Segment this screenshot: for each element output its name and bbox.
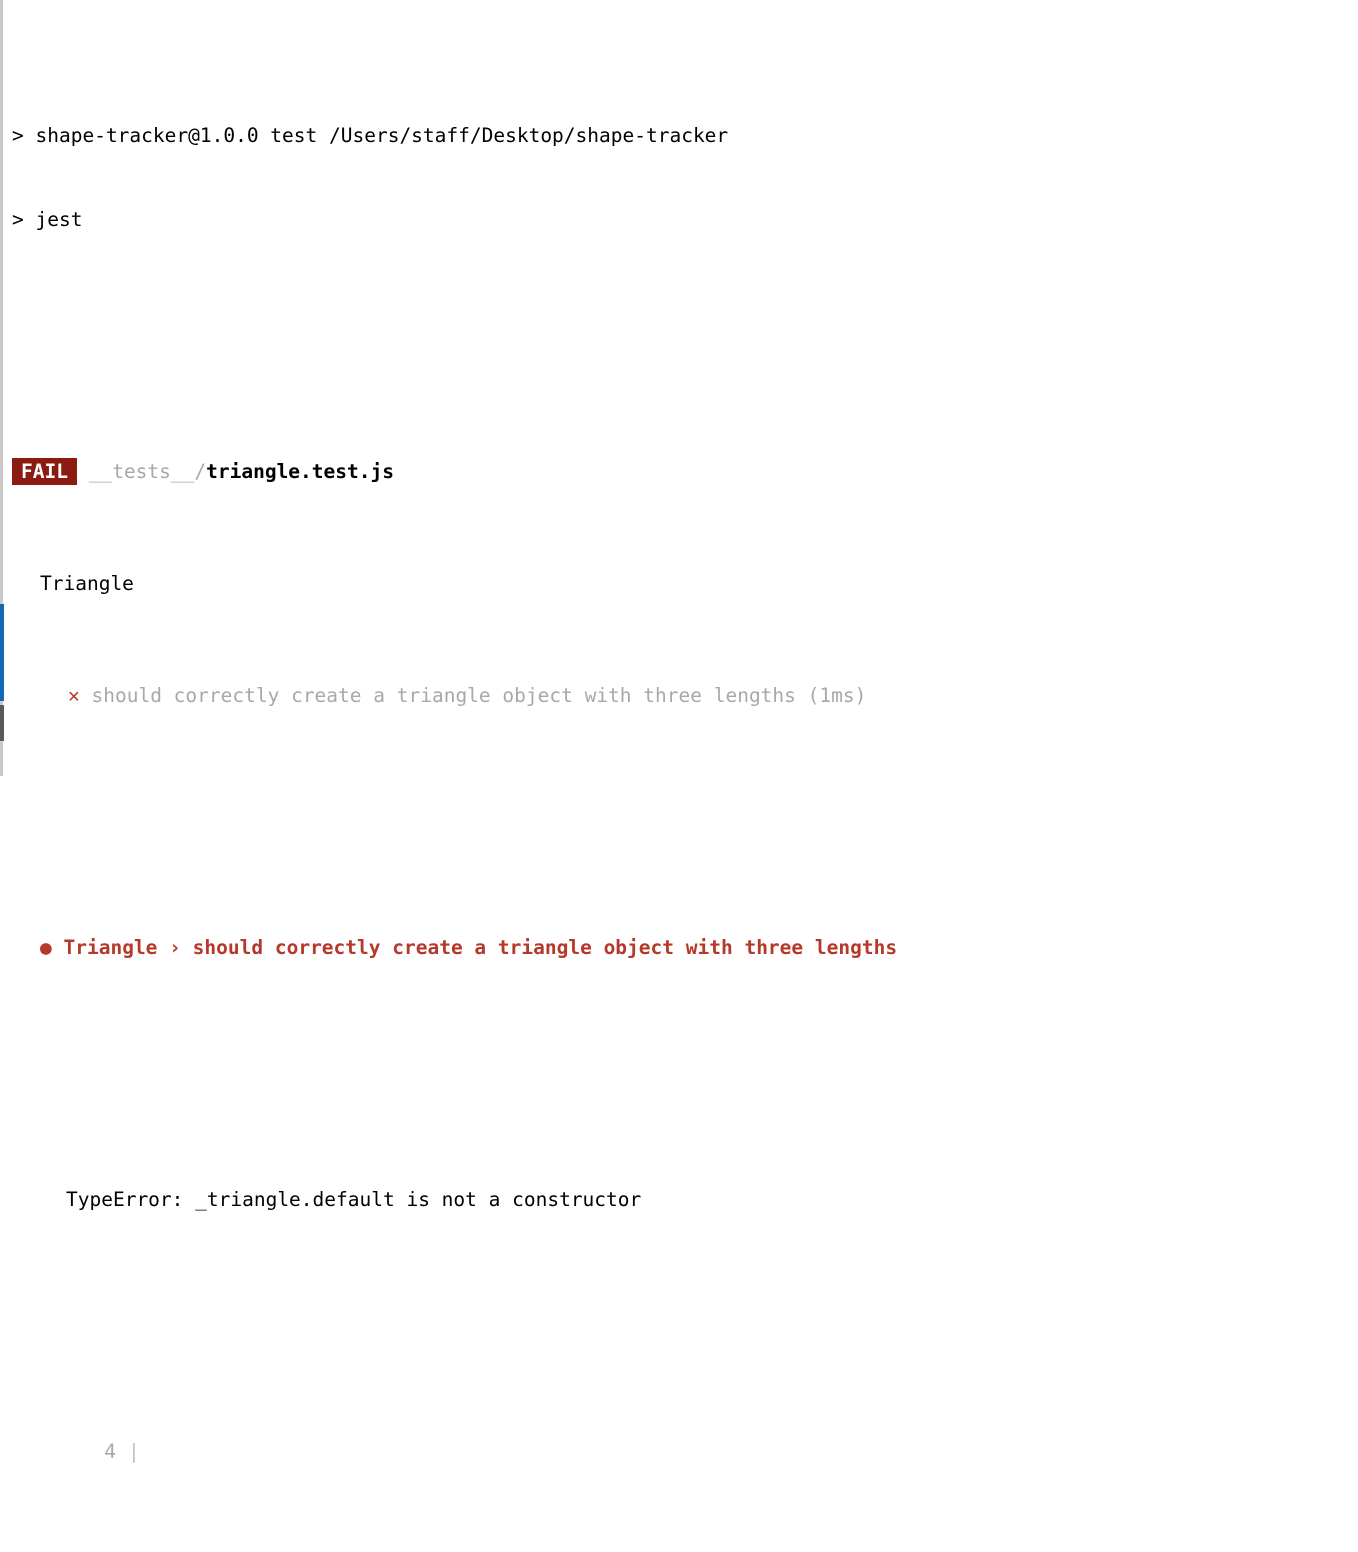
test-path-prefix: __tests__/ (88, 460, 207, 483)
failure-suite-name: Triangle (63, 936, 158, 959)
bullet-icon: ● (40, 936, 52, 959)
jest-command: jest (35, 208, 83, 231)
npm-script-line-1: > shape-tracker@1.0.0 test /Users/staff/… (0, 122, 1358, 150)
error-message-row: TypeError: _triangle.default is not a co… (0, 1186, 1358, 1214)
prompt-caret: > (12, 124, 24, 147)
suite-header[interactable]: FAIL __tests__/triangle.test.js (0, 458, 1358, 486)
status-badge-fail: FAIL (12, 458, 77, 485)
code-line-4: 4 | (0, 1438, 1358, 1466)
fail-x-icon: ✕ (68, 684, 80, 707)
chevron-right-icon: › (169, 936, 181, 959)
failure-test-name: should correctly create a triangle objec… (192, 936, 898, 959)
test-case-duration: (1ms) (807, 684, 867, 707)
failure-title-row: ● Triangle › should correctly create a t… (0, 934, 1358, 962)
test-case-row: ✕ should correctly create a triangle obj… (0, 682, 1358, 710)
code-line-5: 5| test('should correctly create a trian… (0, 1550, 1358, 1552)
test-case-name: should correctly create a triangle objec… (91, 684, 796, 707)
gutter-pipe: | (128, 1440, 140, 1463)
test-path-file: triangle.test.js (206, 460, 394, 483)
describe-block: Triangle (0, 570, 1358, 598)
npm-script-command: shape-tracker@1.0.0 test /Users/staff/De… (35, 124, 729, 147)
code-line-number: 4 (104, 1440, 116, 1463)
error-message: TypeError: _triangle.default is not a co… (66, 1188, 642, 1211)
code-line-number: 5 (90, 1550, 116, 1552)
npm-script-line-2: > jest (0, 206, 1358, 234)
describe-block-label: Triangle (40, 572, 134, 595)
prompt-caret: > (12, 208, 24, 231)
terminal-output: > shape-tracker@1.0.0 test /Users/staff/… (0, 0, 1358, 1463)
